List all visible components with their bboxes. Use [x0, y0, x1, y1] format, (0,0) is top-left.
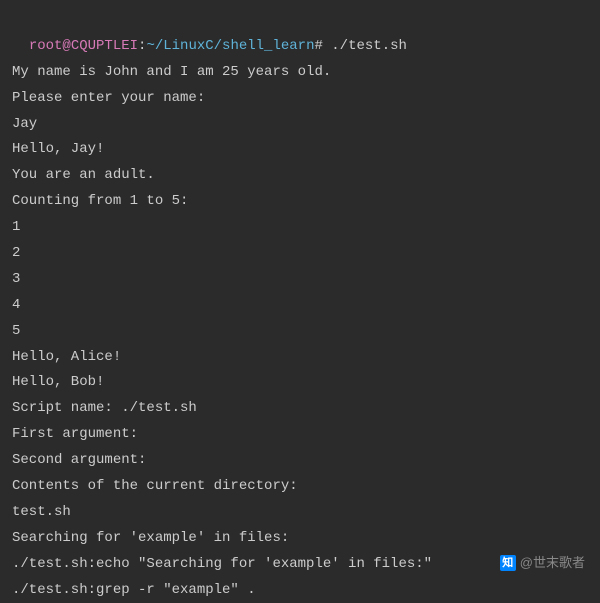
watermark: 知 @世末歌者	[500, 551, 585, 575]
output-line: Searching for 'example' in files:	[12, 526, 588, 552]
output-line: 2	[12, 241, 588, 267]
terminal-output: root@CQUPTLEI:~/LinuxC/shell_learn# ./te…	[12, 8, 588, 603]
prompt-path: ~/LinuxC/shell_learn	[146, 38, 314, 54]
prompt-user: root@CQUPTLEI	[29, 38, 138, 54]
output-line: Hello, Alice!	[12, 345, 588, 371]
watermark-text: @世末歌者	[520, 551, 585, 575]
output-line: ./test.sh:grep -r "example" .	[12, 578, 588, 603]
prompt-line: root@CQUPTLEI:~/LinuxC/shell_learn# ./te…	[29, 38, 407, 54]
output-line: 3	[12, 267, 588, 293]
output-line: 4	[12, 293, 588, 319]
command-text: ./test.sh	[331, 38, 407, 54]
zhihu-icon: 知	[500, 555, 516, 571]
output-line: Hello, Bob!	[12, 370, 588, 396]
prompt-symbol: #	[314, 38, 322, 54]
output-line: Script name: ./test.sh	[12, 396, 588, 422]
output-line: Jay	[12, 112, 588, 138]
output-line: Second argument:	[12, 448, 588, 474]
output-line: Please enter your name:	[12, 86, 588, 112]
output-line: First argument:	[12, 422, 588, 448]
output-line: 1	[12, 215, 588, 241]
output-line: Hello, Jay!	[12, 137, 588, 163]
output-line: Contents of the current directory:	[12, 474, 588, 500]
output-line: Counting from 1 to 5:	[12, 189, 588, 215]
output-line: test.sh	[12, 500, 588, 526]
output-line: You are an adult.	[12, 163, 588, 189]
output-line: 5	[12, 319, 588, 345]
output-line: My name is John and I am 25 years old.	[12, 60, 588, 86]
